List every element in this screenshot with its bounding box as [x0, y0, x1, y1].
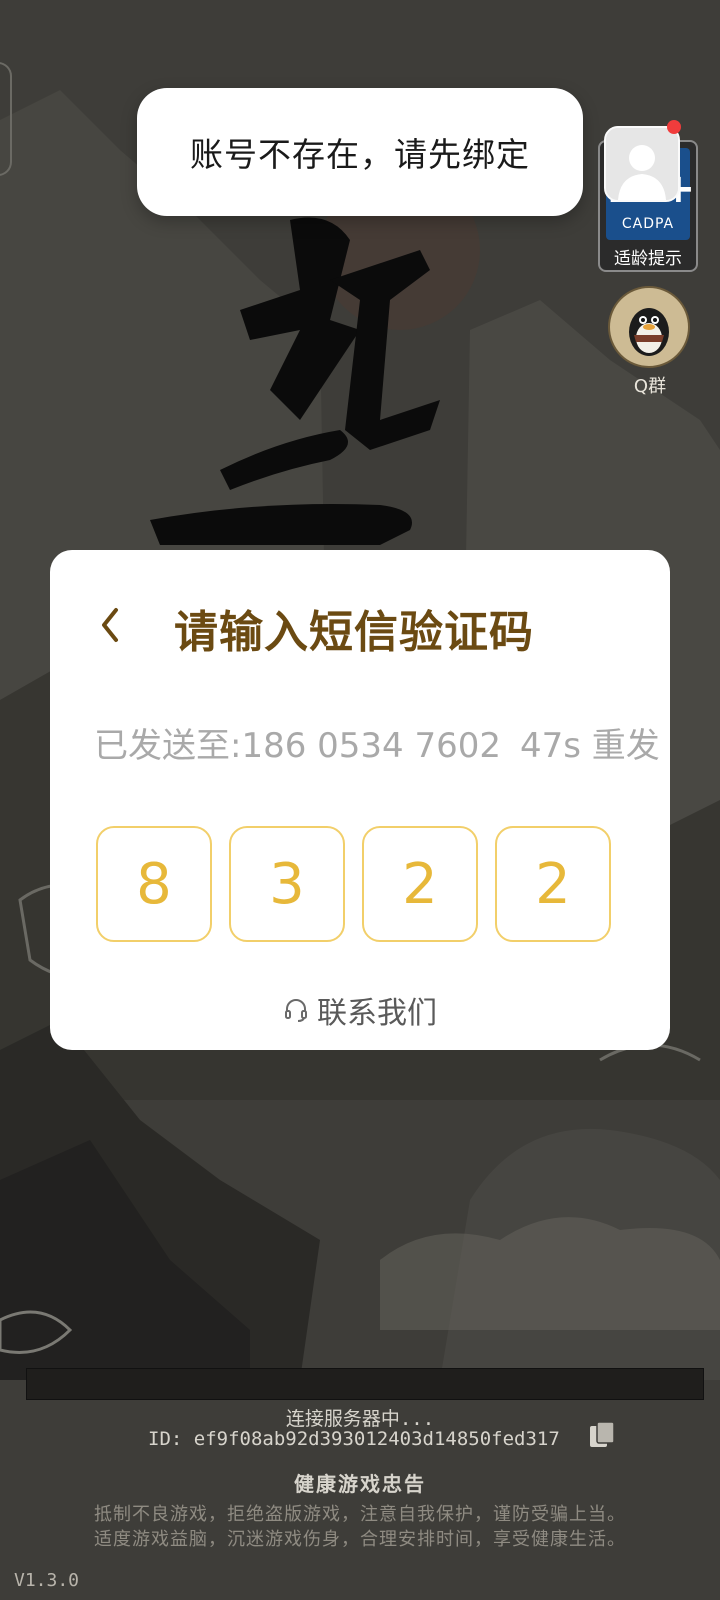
loading-progress-bar [26, 1368, 704, 1400]
code-digit-3[interactable]: 2 [362, 826, 478, 942]
code-digit-4[interactable]: 2 [495, 826, 611, 942]
notification-dot [667, 120, 681, 134]
chevron-left-icon [102, 608, 118, 642]
age-rating-label: 适龄提示 [614, 249, 682, 269]
contact-us-link[interactable]: 联系我们 [50, 988, 670, 1032]
code-input-group[interactable]: 8 3 2 2 [96, 826, 626, 946]
health-advice-title: 健康游戏忠告 [294, 1472, 426, 1496]
contact-us-label: 联系我们 [317, 996, 437, 1031]
copy-icon [590, 1421, 615, 1447]
qq-group-label: Q群 [633, 376, 667, 397]
qq-penguin-icon [629, 308, 669, 356]
toast-message: 账号不存在，请先绑定 [137, 88, 583, 216]
version-label: V1.3.0 [14, 1570, 80, 1591]
age-rating-org: CADPA [621, 216, 675, 232]
user-avatar-icon [606, 128, 678, 200]
toast-text: 账号不存在，请先绑定 [190, 135, 530, 174]
resend-button[interactable]: 47s 重发 [520, 718, 660, 767]
headset-icon [285, 999, 307, 1022]
health-advice-line-1: 抵制不良游戏，拒绝盗版游戏，注意自我保护，谨防受骗上当。 [94, 1504, 626, 1525]
code-digit-1[interactable]: 8 [96, 826, 212, 942]
health-advice-line-2: 适度游戏益脑，沉迷游戏伤身，合理安排时间，享受健康生活。 [94, 1529, 626, 1550]
copy-id-button[interactable] [588, 1420, 616, 1450]
user-avatar-button[interactable] [604, 126, 680, 202]
device-id-text: ID: ef9f08ab92d393012403d14850fed317 [148, 1428, 560, 1450]
sms-verification-dialog: 请输入短信验证码 已发送至:186 0534 7602 47s 重发 8 3 2… [50, 550, 670, 1050]
code-digit-2[interactable]: 3 [229, 826, 345, 942]
sent-to-text: 已发送至:186 0534 7602 [94, 726, 502, 766]
qq-group-button[interactable] [608, 286, 690, 368]
dialog-title: 请输入短信验证码 [174, 607, 534, 658]
back-button[interactable] [94, 600, 124, 650]
side-drawer-handle[interactable] [0, 62, 12, 176]
game-login-screen: 12+ CADPA 适龄提示 Q群 账号不存在，请先绑定 [0, 0, 720, 1600]
